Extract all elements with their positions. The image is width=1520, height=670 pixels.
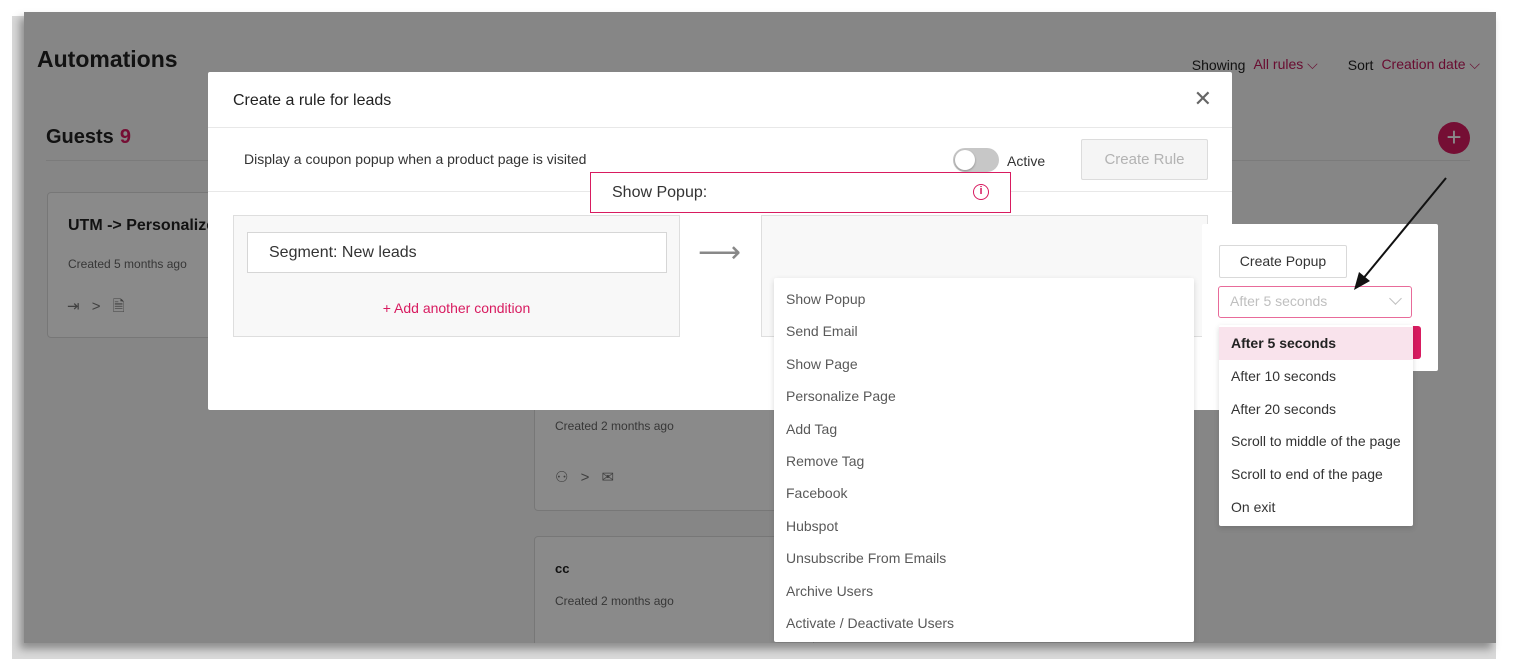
action-option[interactable]: Show Popup: [774, 283, 1194, 315]
rule-description: Display a coupon popup when a product pa…: [244, 151, 587, 167]
action-select[interactable]: Show Popup: i: [590, 172, 1011, 213]
action-option[interactable]: Send Email: [774, 315, 1194, 347]
action-option[interactable]: Add Tag: [774, 413, 1194, 445]
modal-header: Create a rule for leads ✕: [208, 72, 1232, 128]
info-icon[interactable]: i: [973, 184, 989, 200]
right-arrow-icon: ⟶: [698, 236, 742, 269]
timing-option[interactable]: After 20 seconds: [1219, 393, 1413, 426]
add-condition-link[interactable]: + Add another condition: [234, 300, 679, 316]
action-option[interactable]: Show Page: [774, 348, 1194, 380]
create-rule-button[interactable]: Create Rule: [1081, 139, 1208, 180]
timing-dropdown-menu: After 5 seconds After 10 seconds After 2…: [1219, 325, 1413, 526]
timing-option[interactable]: Scroll to middle of the page: [1219, 425, 1413, 458]
action-option[interactable]: Hubspot: [774, 510, 1194, 542]
action-dropdown-menu: Show Popup Send Email Show Page Personal…: [774, 278, 1194, 642]
action-option[interactable]: Activate / Deactivate Users: [774, 607, 1194, 639]
action-option[interactable]: Personalize Page: [774, 380, 1194, 412]
modal-title: Create a rule for leads: [233, 92, 392, 109]
action-option[interactable]: Facebook: [774, 477, 1194, 509]
timing-option[interactable]: On exit: [1219, 491, 1413, 524]
timing-option[interactable]: After 5 seconds: [1219, 327, 1413, 360]
action-select-value: Show Popup:: [612, 184, 708, 201]
action-option[interactable]: Archive Users: [774, 575, 1194, 607]
close-icon[interactable]: ✕: [1194, 88, 1212, 110]
action-option[interactable]: Unsubscribe From Emails: [774, 542, 1194, 574]
timing-option[interactable]: After 10 seconds: [1219, 360, 1413, 393]
condition-panel: Segment: New leads + Add another conditi…: [233, 215, 680, 337]
timing-option[interactable]: Scroll to end of the page: [1219, 458, 1413, 491]
annotation-arrow-icon: [1354, 177, 1447, 290]
active-toggle[interactable]: [953, 148, 999, 172]
action-option[interactable]: Remove Tag: [774, 445, 1194, 477]
toggle-knob: [955, 150, 975, 170]
create-popup-button[interactable]: Create Popup: [1219, 245, 1347, 278]
segment-select[interactable]: Segment: New leads: [247, 232, 667, 273]
app-window: Automations Showing All rules ⌵ Sort Cre…: [24, 12, 1496, 643]
timing-select-placeholder: After 5 seconds: [1230, 293, 1328, 309]
active-label: Active: [1007, 153, 1046, 169]
